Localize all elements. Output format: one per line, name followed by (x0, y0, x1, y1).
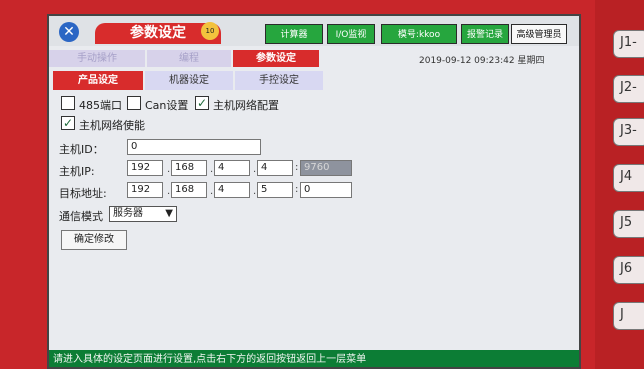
alarm-log-button[interactable]: 报警记录 (461, 24, 509, 44)
side-button-j2[interactable]: J2- (613, 75, 644, 103)
io-monitor-button[interactable]: I/O监视 (327, 24, 375, 44)
ip-dot: . (210, 164, 214, 175)
host-ip-label: 主机IP: (59, 165, 95, 178)
host-ip-octet-2[interactable]: 168 (171, 160, 207, 176)
tools-icon[interactable]: ✕ (59, 22, 79, 42)
tab-programming[interactable]: 编程 (147, 50, 231, 67)
tab-handheld-settings[interactable]: 手控设定 (235, 71, 323, 90)
host-net-enable-label: 主机网络使能 (79, 119, 145, 132)
sub-nav: 产品设定 机器设定 手控设定 (49, 71, 579, 90)
host-net-config-label: 主机网络配置 (213, 99, 279, 112)
port-485-checkbox[interactable] (61, 96, 75, 110)
tab-machine-settings[interactable]: 机器设定 (145, 71, 233, 90)
side-button-j4[interactable]: J4 (613, 164, 644, 192)
comm-mode-value: 服务器 (113, 208, 143, 219)
host-net-config-checkbox[interactable]: ✓ (195, 96, 209, 110)
tab-manual[interactable]: 手动操作 (49, 50, 145, 67)
comm-mode-label: 通信模式 (59, 210, 103, 223)
mold-number-button[interactable]: 模号:kkoo (381, 24, 457, 44)
side-button-j3[interactable]: J3- (613, 118, 644, 146)
side-button-j5[interactable]: J5 (613, 210, 644, 238)
ip-dot: . (167, 164, 171, 175)
can-label: Can设置 (145, 99, 189, 112)
calculator-button[interactable]: 计算器 (265, 24, 323, 44)
chevron-down-icon: ▼ (165, 208, 173, 219)
host-id-field[interactable]: 0 (127, 139, 261, 155)
hmi-screen: ✕ 参数设定 10 计算器 I/O监视 模号:kkoo 报警记录 高级管理员 手… (47, 14, 581, 369)
host-id-label: 主机ID： (59, 143, 104, 156)
comm-mode-select[interactable]: 服务器 ▼ (109, 206, 177, 222)
datetime: 2019-09-12 09:23:42 星期四 (419, 56, 545, 66)
target-ip-octet-4[interactable]: 5 (257, 182, 293, 198)
target-port-field[interactable]: 0 (300, 182, 352, 198)
host-ip-octet-3[interactable]: 4 (214, 160, 250, 176)
target-ip-octet-2[interactable]: 168 (171, 182, 207, 198)
network-settings-form: 485端口 Can设置 ✓ 主机网络配置 ✓ 主机网络使能 主机ID： 0 主机… (57, 96, 577, 346)
admin-user-button[interactable]: 高级管理员 (511, 24, 567, 44)
main-nav: 手动操作 编程 参数设定 2019-09-12 09:23:42 星期四 (49, 50, 579, 67)
port-colon: : (295, 162, 299, 173)
status-bar: 请进入具体的设定页面进行设置,点击右下方的返回按钮返回上一层菜单 (49, 350, 579, 367)
ip-dot: . (253, 186, 257, 197)
ip-dot: . (210, 186, 214, 197)
can-checkbox[interactable] (127, 96, 141, 110)
ip-dot: . (253, 164, 257, 175)
side-button-j7[interactable]: J (613, 302, 644, 330)
host-net-enable-checkbox[interactable]: ✓ (61, 116, 75, 130)
host-port-field[interactable]: 9760 (300, 160, 352, 176)
tab-product-settings[interactable]: 产品设定 (53, 71, 143, 90)
confirm-button[interactable]: 确定修改 (61, 230, 127, 250)
target-address-label: 目标地址: (59, 187, 107, 200)
side-button-j6[interactable]: J6 (613, 256, 644, 284)
host-ip-octet-1[interactable]: 192 (127, 160, 163, 176)
target-ip-octet-3[interactable]: 4 (214, 182, 250, 198)
ip-dot: . (167, 186, 171, 197)
port-485-label: 485端口 (79, 99, 122, 112)
host-ip-octet-4[interactable]: 4 (257, 160, 293, 176)
side-button-j1[interactable]: J1- (613, 30, 644, 58)
target-ip-octet-1[interactable]: 192 (127, 182, 163, 198)
tab-parameters[interactable]: 参数设定 (233, 50, 319, 67)
page-badge: 10 (201, 22, 219, 40)
top-bar: ✕ 参数设定 10 计算器 I/O监视 模号:kkoo 报警记录 高级管理员 (49, 16, 579, 46)
port-colon: : (295, 184, 299, 195)
